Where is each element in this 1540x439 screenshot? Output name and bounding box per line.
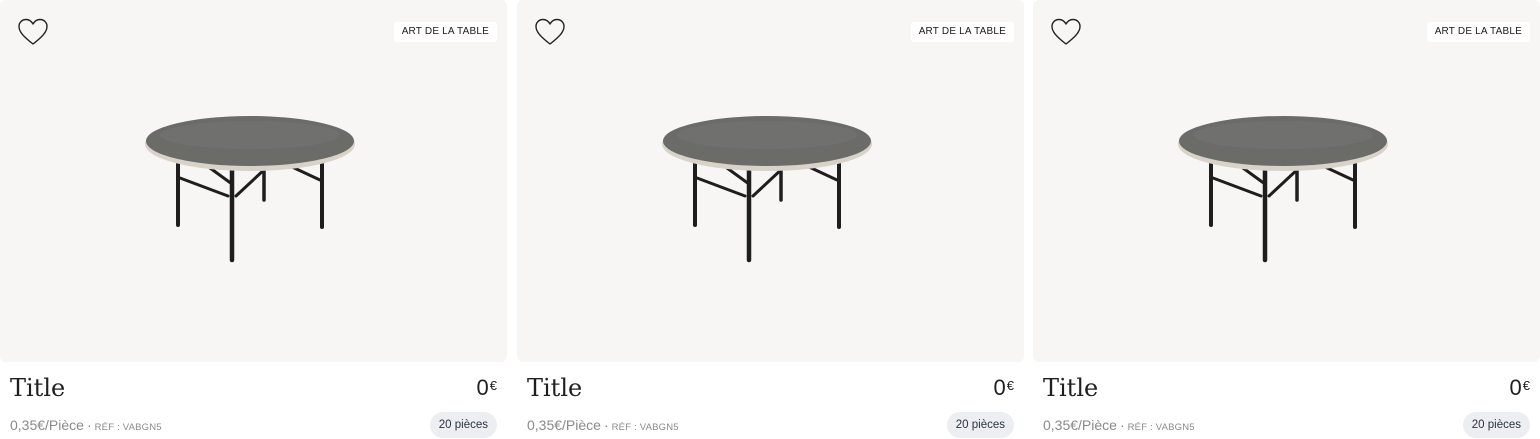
price-currency: € xyxy=(1006,378,1014,393)
heart-icon[interactable] xyxy=(534,17,566,47)
round-folding-table-image xyxy=(657,100,887,270)
product-reference: RÉF : VABGN5 xyxy=(1127,422,1195,433)
price-value: 0 xyxy=(993,375,1006,400)
product-meta: 0,35€/Pièce · RÉF : VABGN5 xyxy=(10,414,162,439)
price-value: 0 xyxy=(476,375,489,400)
product-price: 0€ xyxy=(994,374,1014,402)
product-image-area[interactable]: ART DE LA TABLE xyxy=(517,0,1024,362)
product-card[interactable]: ART DE LA TABLE Title 0€ 0,35€/Pièce · R… xyxy=(0,0,507,438)
quantity-badge[interactable]: 20 pièces xyxy=(1462,412,1530,438)
price-currency: € xyxy=(1522,378,1530,393)
product-card[interactable]: ART DE LA TABLE Title 0€ 0,35€/Pièce · R… xyxy=(517,0,1024,438)
round-folding-table-image xyxy=(1173,100,1403,270)
quantity-badge[interactable]: 20 pièces xyxy=(946,412,1014,438)
meta-separator: · xyxy=(1119,417,1125,433)
unit-price: 0,35€/Pièce xyxy=(527,417,601,433)
product-title[interactable]: Title xyxy=(1043,371,1098,405)
meta-separator: · xyxy=(86,417,92,433)
product-reference: RÉF : VABGN5 xyxy=(611,422,679,433)
product-title[interactable]: Title xyxy=(527,371,582,405)
product-image-area[interactable]: ART DE LA TABLE xyxy=(0,0,507,362)
price-value: 0 xyxy=(1509,375,1522,400)
product-grid: ART DE LA TABLE Title 0€ 0,35€/Pièce · R… xyxy=(0,0,1540,438)
product-price: 0€ xyxy=(477,374,497,402)
heart-icon[interactable] xyxy=(1050,17,1082,47)
product-image-area[interactable]: ART DE LA TABLE xyxy=(1033,0,1540,362)
round-folding-table-image xyxy=(140,100,370,270)
product-title[interactable]: Title xyxy=(10,371,65,405)
unit-price: 0,35€/Pièce xyxy=(10,417,84,433)
price-currency: € xyxy=(489,378,497,393)
category-badge: ART DE LA TABLE xyxy=(393,22,497,42)
category-badge: ART DE LA TABLE xyxy=(1426,22,1530,42)
product-card[interactable]: ART DE LA TABLE Title 0€ 0,35€/Pièce · R… xyxy=(1033,0,1540,438)
meta-separator: · xyxy=(603,417,609,433)
heart-icon[interactable] xyxy=(17,17,49,47)
category-badge: ART DE LA TABLE xyxy=(910,22,1014,42)
product-meta: 0,35€/Pièce · RÉF : VABGN5 xyxy=(1043,414,1195,439)
quantity-badge[interactable]: 20 pièces xyxy=(429,412,497,438)
product-price: 0€ xyxy=(1510,374,1530,402)
unit-price: 0,35€/Pièce xyxy=(1043,417,1117,433)
product-meta: 0,35€/Pièce · RÉF : VABGN5 xyxy=(527,414,679,439)
product-reference: RÉF : VABGN5 xyxy=(94,422,162,433)
